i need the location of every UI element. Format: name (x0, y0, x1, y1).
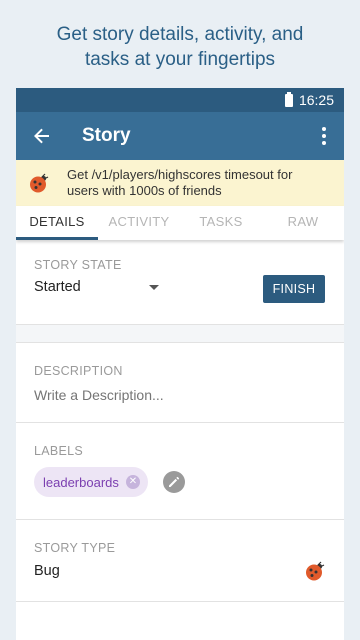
story-state-label: STORY STATE (34, 258, 122, 272)
description-input[interactable] (34, 387, 284, 403)
labels-section: LABELS leaderboards ✕ (16, 423, 344, 520)
tab-details[interactable]: DETAILS (16, 206, 98, 240)
tab-activity[interactable]: ACTIVITY (98, 206, 180, 240)
edit-labels-icon[interactable] (163, 471, 185, 493)
bug-icon (306, 561, 325, 581)
remove-label-icon[interactable]: ✕ (125, 475, 140, 489)
label-chip[interactable]: leaderboards ✕ (34, 467, 148, 497)
description-section: DESCRIPTION (16, 343, 344, 423)
story-name: Get /v1/players/highscores timesout for … (67, 167, 293, 198)
finish-button[interactable]: FINISH (263, 275, 325, 303)
label-chip-text: leaderboards (43, 474, 119, 490)
app-bar: Story (16, 112, 344, 160)
story-state-dropdown[interactable]: Started (34, 279, 81, 295)
more-options-icon[interactable] (304, 112, 344, 160)
tab-tasks[interactable]: TASKS (180, 206, 262, 240)
status-bar: 16:25 (16, 88, 344, 112)
page-title: Story (82, 125, 131, 146)
back-arrow-icon[interactable] (16, 112, 68, 160)
story-type-section: STORY TYPE Bug (16, 520, 344, 602)
tab-bar: DETAILS ACTIVITY TASKS RAW (16, 206, 344, 240)
promo-line-1: Get story details, activity, and (56, 24, 304, 45)
promo-caption: Get story details, activity, and tasks a… (0, 22, 360, 72)
status-time: 16:25 (298, 92, 334, 108)
bug-icon (30, 173, 49, 193)
labels-label: LABELS (34, 444, 84, 458)
story-state-section: STORY STATE Started FINISH (16, 240, 344, 325)
phone-screen: 16:25 Story Get /v1/players/highscores t… (16, 88, 344, 640)
promo-line-2: tasks at your fingertips (84, 49, 276, 70)
details-content: STORY STATE Started FINISH DESCRIPTION L… (16, 240, 344, 602)
story-type-label: STORY TYPE (34, 541, 116, 555)
story-type-value[interactable]: Bug (34, 563, 60, 579)
dropdown-caret-icon[interactable] (149, 285, 159, 290)
battery-icon (284, 91, 293, 107)
description-label: DESCRIPTION (34, 364, 123, 378)
tab-raw[interactable]: RAW (262, 206, 344, 240)
section-divider (16, 325, 344, 343)
story-banner: Get /v1/players/highscores timesout for … (16, 160, 344, 206)
